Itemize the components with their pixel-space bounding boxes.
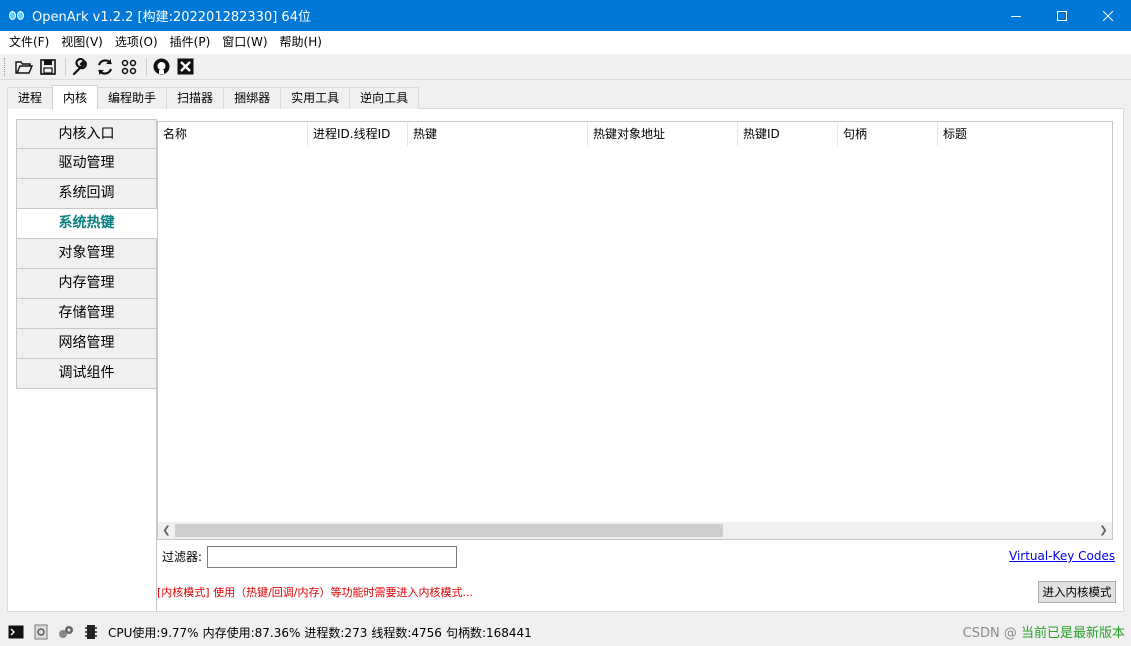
tab-utilities[interactable]: 实用工具 (280, 87, 351, 109)
nav-system-hotkeys[interactable]: 系统热键 (16, 209, 157, 239)
kernel-nav-filler (16, 389, 157, 611)
memory-button[interactable] (83, 624, 99, 640)
nav-kernel-entry[interactable]: 内核入口 (16, 119, 157, 149)
tab-bundler[interactable]: 捆绑器 (223, 87, 282, 109)
hotkey-table[interactable]: 名称 进程ID.线程ID 热键 热键对象地址 热键ID 句柄 标题 ❮ ❯ (157, 121, 1113, 540)
scroll-right-arrow-icon[interactable]: ❯ (1095, 522, 1112, 539)
chip-icon (85, 625, 97, 639)
minimize-icon (1011, 15, 1021, 17)
tab-coding-helper[interactable]: 编程助手 (97, 87, 168, 109)
virtual-key-codes-link[interactable]: Virtual-Key Codes (1009, 549, 1115, 563)
wrench-icon (72, 57, 87, 75)
toolbar-grip[interactable] (4, 57, 7, 76)
nav-memory-manager[interactable]: 内存管理 (16, 269, 157, 299)
nav-object-manager[interactable]: 对象管理 (16, 239, 157, 269)
column-header-hotkey-id[interactable]: 热键ID (738, 122, 838, 146)
tab-process[interactable]: 进程 (7, 87, 54, 109)
column-header-pid-tid[interactable]: 进程ID.线程ID (308, 122, 408, 146)
devices-button[interactable] (58, 624, 74, 640)
save-button[interactable] (37, 56, 58, 77)
window-title: OpenArk v1.2.2 [构建:202201282330] 64位 (32, 10, 311, 25)
status-right: CSDN @ 当前已是最新版本 (963, 622, 1125, 641)
menu-view[interactable]: 视图(V) (55, 31, 109, 54)
maximize-button[interactable] (1039, 0, 1085, 31)
console-icon (8, 625, 24, 639)
nav-storage-manager[interactable]: 存储管理 (16, 299, 157, 329)
menu-window[interactable]: 窗口(W) (216, 31, 273, 54)
filter-label: 过滤器: (162, 550, 203, 564)
column-header-handle[interactable]: 句柄 (838, 122, 938, 146)
kernel-mode-notice: [内核模式] 使用（热键/回调/内存）等功能时需要进入内核模式... (157, 586, 473, 599)
save-icon (39, 58, 56, 75)
github-button[interactable] (151, 56, 172, 77)
tab-kernel[interactable]: 内核 (52, 85, 99, 109)
menu-help[interactable]: 帮助(H) (274, 31, 328, 54)
scrollbar-thumb[interactable] (175, 524, 723, 537)
folder-open-icon (14, 60, 33, 74)
column-header-title[interactable]: 标题 (938, 122, 1112, 146)
memory-usage: 内存使用:87.36% (202, 625, 301, 640)
thread-count: 线程数:4756 (371, 625, 442, 640)
settings-button[interactable] (70, 56, 91, 77)
exit-button[interactable] (175, 56, 196, 77)
menu-plugins[interactable]: 插件(P) (164, 31, 217, 54)
close-box-icon (177, 58, 194, 75)
column-header-hotkey-object-address[interactable]: 热键对象地址 (588, 122, 738, 146)
tab-reverse-tools[interactable]: 逆向工具 (349, 87, 420, 109)
process-count: 进程数:273 (304, 625, 368, 640)
main-tabs: 进程 内核 编程助手 扫描器 捆绑器 实用工具 逆向工具 (7, 85, 420, 109)
toolbar-separator (65, 57, 66, 76)
open-button[interactable] (13, 56, 34, 77)
page-gear-icon (34, 624, 48, 640)
menu-file[interactable]: 文件(F) (3, 31, 55, 54)
cpu-usage: CPU使用:9.77% (108, 625, 199, 640)
status-bar: CPU使用:9.77% 内存使用:87.36% 进程数:273 线程数:4756… (0, 618, 1131, 646)
github-icon (153, 58, 170, 75)
openark-logo-icon (9, 8, 25, 24)
version-status[interactable]: 当前已是最新版本 (1021, 626, 1125, 641)
console-button[interactable] (8, 624, 24, 640)
nav-driver-manager[interactable]: 驱动管理 (16, 149, 157, 179)
column-header-hotkey[interactable]: 热键 (408, 122, 588, 146)
grid-icon (121, 59, 136, 74)
nav-network-manager[interactable]: 网络管理 (16, 329, 157, 359)
layout-button[interactable] (118, 56, 139, 77)
handle-count: 句柄数:168441 (445, 625, 532, 640)
horizontal-scrollbar[interactable]: ❮ ❯ (158, 522, 1112, 539)
column-header-name[interactable]: 名称 (158, 122, 308, 146)
refresh-icon (97, 58, 112, 75)
nav-debug-components[interactable]: 调试组件 (16, 359, 157, 389)
table-header: 名称 进程ID.线程ID 热键 热键对象地址 热键ID 句柄 标题 (158, 122, 1112, 146)
menu-bar: 文件(F) 视图(V) 选项(O) 插件(P) 窗口(W) 帮助(H) (0, 31, 1131, 54)
nav-system-callbacks[interactable]: 系统回调 (16, 179, 157, 209)
toolbar-separator (146, 57, 147, 76)
minimize-button[interactable] (993, 0, 1039, 31)
tab-scanner[interactable]: 扫描器 (166, 87, 225, 109)
title-bar[interactable]: OpenArk v1.2.2 [构建:202201282330] 64位 (0, 0, 1131, 31)
refresh-button[interactable] (94, 56, 115, 77)
settings-status-button[interactable] (33, 624, 49, 640)
scroll-left-arrow-icon[interactable]: ❮ (158, 522, 175, 539)
filter-input[interactable] (207, 546, 457, 568)
menu-options[interactable]: 选项(O) (109, 31, 164, 54)
close-button[interactable] (1085, 0, 1131, 31)
close-icon (1103, 10, 1113, 21)
csdn-watermark: CSDN @ (962, 626, 1017, 641)
toolbar (0, 54, 1131, 80)
maximize-icon (1057, 10, 1067, 21)
kernel-nav: 内核入口 驱动管理 系统回调 系统热键 对象管理 内存管理 存储管理 网络管理 … (16, 119, 157, 389)
enter-kernel-mode-button[interactable]: 进入内核模式 (1038, 581, 1116, 603)
gears-icon (59, 626, 73, 638)
